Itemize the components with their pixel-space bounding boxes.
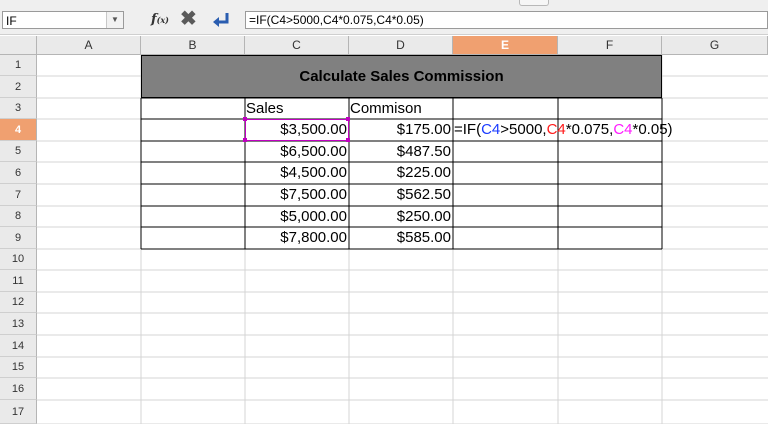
- column-header-d[interactable]: D: [349, 36, 453, 55]
- accept-icon[interactable]: [210, 11, 232, 29]
- cell-commission[interactable]: $175.00: [349, 119, 453, 141]
- cell-commission[interactable]: $562.50: [349, 184, 453, 206]
- toolbar-edge: [0, 0, 768, 8]
- cell-commission[interactable]: $250.00: [349, 206, 453, 227]
- formula-part: *0.05): [632, 121, 673, 138]
- formula-ref: C4: [613, 121, 633, 138]
- highlight-handle[interactable]: [346, 117, 350, 121]
- row-header-6[interactable]: 6: [0, 162, 37, 184]
- row-header-7[interactable]: 7: [0, 184, 37, 206]
- cell-sales[interactable]: $6,500.00: [245, 141, 349, 162]
- highlight-handle[interactable]: [346, 138, 350, 142]
- column-header-e[interactable]: E: [453, 36, 558, 55]
- function-wizard-icon[interactable]: f(x): [151, 12, 169, 27]
- row-header-16[interactable]: 16: [0, 378, 37, 400]
- header-sales[interactable]: Sales: [245, 98, 349, 119]
- row-header-11[interactable]: 11: [0, 270, 37, 292]
- row-header-1[interactable]: 1: [0, 55, 37, 76]
- cell-commission[interactable]: $487.50: [349, 141, 453, 162]
- row-header-17[interactable]: 17: [0, 400, 37, 424]
- column-header-a[interactable]: A: [37, 36, 141, 55]
- name-box-value: IF: [6, 14, 17, 28]
- column-header-c[interactable]: C: [245, 36, 349, 55]
- select-all-corner[interactable]: [0, 36, 37, 55]
- highlight-handle[interactable]: [243, 117, 247, 121]
- cell-sales[interactable]: $7,500.00: [245, 184, 349, 206]
- cell-sales[interactable]: $5,000.00: [245, 206, 349, 227]
- row-header-13[interactable]: 13: [0, 313, 37, 335]
- row-header-5[interactable]: 5: [0, 141, 37, 162]
- sheet-title[interactable]: Calculate Sales Commission: [141, 55, 662, 98]
- cell-reference-highlight: [245, 119, 349, 141]
- formula-ref: C4: [481, 121, 501, 138]
- formula-ref: C4: [546, 121, 566, 138]
- cell-commission[interactable]: $585.00: [349, 227, 453, 249]
- cell-sales[interactable]: $7,800.00: [245, 227, 349, 249]
- cell-commission[interactable]: $225.00: [349, 162, 453, 184]
- formula-part: *0.075,: [565, 121, 614, 138]
- column-header-b[interactable]: B: [141, 36, 245, 55]
- column-header-g[interactable]: G: [662, 36, 768, 55]
- row-header-3[interactable]: 3: [0, 98, 37, 119]
- row-header-9[interactable]: 9: [0, 227, 37, 249]
- cancel-icon[interactable]: ✖: [180, 9, 197, 29]
- cell-sales[interactable]: $4,500.00: [245, 162, 349, 184]
- row-header-4[interactable]: 4: [0, 119, 37, 141]
- highlight-handle[interactable]: [243, 138, 247, 142]
- formula-input[interactable]: =IF(C4>5000,C4*0.075,C4*0.05): [245, 11, 768, 29]
- editing-cell-formula[interactable]: =IF(C4>5000,C4*0.075,C4*0.05): [453, 119, 673, 141]
- formula-part: >5000,: [500, 121, 547, 138]
- row-header-15[interactable]: 15: [0, 357, 37, 378]
- name-box[interactable]: IF ▼: [2, 11, 124, 29]
- formula-part: =IF(: [454, 121, 482, 138]
- row-header-2[interactable]: 2: [0, 76, 37, 98]
- row-header-8[interactable]: 8: [0, 206, 37, 227]
- header-commission[interactable]: Commison: [349, 98, 453, 119]
- formula-toolbar: IF ▼ f(x) ✖ =IF(C4>5000,C4*0.075,C4*0.05…: [0, 8, 768, 35]
- chevron-down-icon[interactable]: ▼: [106, 12, 123, 28]
- row-header-12[interactable]: 12: [0, 292, 37, 313]
- toolbar-handle[interactable]: [519, 0, 549, 6]
- row-header-10[interactable]: 10: [0, 249, 37, 270]
- column-header-f[interactable]: F: [558, 36, 662, 55]
- row-header-14[interactable]: 14: [0, 335, 37, 357]
